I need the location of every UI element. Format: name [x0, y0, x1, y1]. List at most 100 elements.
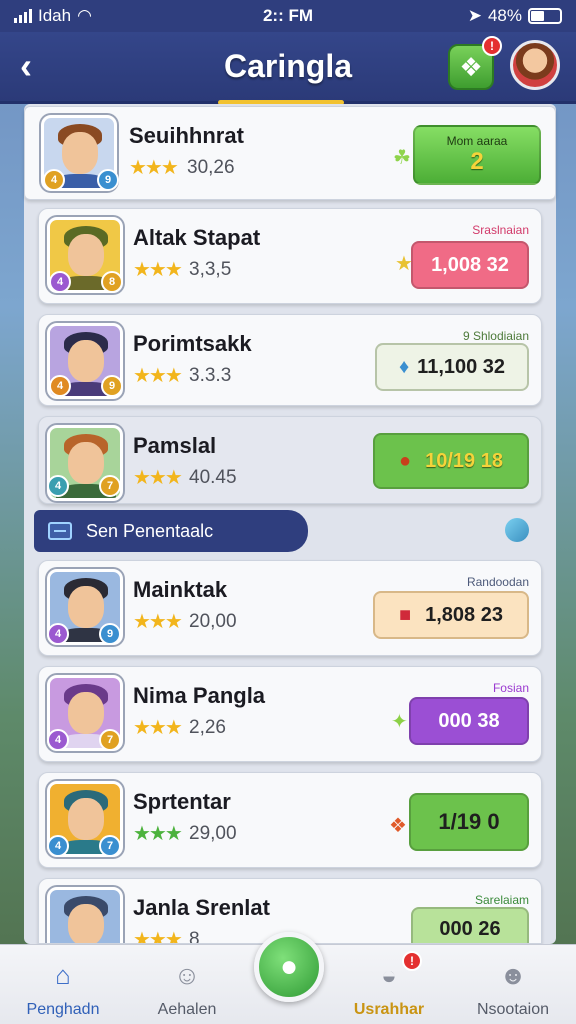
list-item[interactable]: 4 9 Mainktak ★★★ 20,00 Randoodan ■ 1,808…	[38, 560, 542, 656]
rank-badge: 4	[47, 623, 69, 645]
claim-button[interactable]: Mom aaraa 2	[413, 125, 541, 185]
clock: 2:: FM	[262, 6, 314, 25]
reward-value-button[interactable]: 000 38	[409, 697, 529, 745]
rank-badge: 4	[47, 835, 69, 857]
star-gem-icon: ✦	[391, 711, 408, 733]
player-score: 8	[189, 929, 200, 944]
level-badge: 9	[101, 375, 123, 397]
star-rating-icon: ★★★	[133, 717, 183, 739]
player-score: 20,00	[189, 611, 237, 632]
player-name: Seuihhnrat	[129, 123, 244, 148]
nav-quests[interactable]: ◒ Usrahhar	[334, 945, 444, 1024]
nav-label: Usrahhar	[353, 1001, 425, 1018]
reward-value: 1,808 23	[425, 603, 503, 626]
player-name: Altak Stapat	[133, 225, 261, 250]
section-header: Sen Penentaalc	[34, 510, 308, 552]
reward-value-button[interactable]: ♦ 11,100 32	[375, 343, 529, 391]
carrier-label: Idah	[38, 6, 72, 25]
home-icon: ⌂	[55, 959, 71, 990]
reward-value-button[interactable]: ● 10/19 18	[373, 433, 529, 489]
notification-badge: !	[482, 36, 502, 56]
player-name: Sprtentar	[133, 789, 231, 814]
rank-badge: 4	[49, 271, 71, 293]
profile-icon: ☻	[499, 959, 527, 990]
section-title: Sen Penentaalc	[86, 520, 214, 541]
reward-tag: Randoodan	[466, 575, 529, 589]
list-item[interactable]: 4 8 Altak Stapat ★★★ 3,3,5 Sraslnaian ★ …	[38, 208, 542, 304]
rank-badge: 4	[49, 375, 71, 397]
level-badge: 7	[99, 729, 121, 751]
player-portrait	[47, 887, 123, 943]
leaf-icon: ❖	[389, 815, 407, 837]
reward-value: 11,100 32	[417, 355, 506, 378]
player-score: 3,3,5	[189, 259, 232, 280]
rank-badge: 4	[47, 729, 69, 751]
wifi-icon: ◠	[77, 6, 92, 25]
nav-label: Penghadn	[26, 1001, 100, 1018]
list-icon	[48, 522, 72, 540]
star-rating-icon: ★★★	[133, 365, 183, 387]
player-score: 29,00	[189, 823, 237, 844]
player-score: 3.3.3	[189, 365, 232, 386]
fruit-icon: ●	[399, 449, 412, 472]
star-rating-icon: ★★★	[133, 467, 183, 489]
chest-icon: ■	[399, 603, 412, 626]
page-title: Caringla	[223, 48, 353, 84]
list-item[interactable]: 4 9 Porimtsakk ★★★ 3.3.3 9 Shlodiaian ♦ …	[38, 314, 542, 406]
reward-tag: Sraslnaian	[472, 223, 529, 237]
battery-percent: 48%	[487, 6, 522, 25]
star-rating-icon: ★★★	[133, 259, 183, 281]
list-item[interactable]: 4 7 Sprtentar ★★★ 29,00 ❖ 1/19 0	[38, 772, 542, 868]
leaf-icon: ☘	[393, 147, 411, 169]
nav-label: Nsootaion	[476, 1001, 550, 1018]
nav-friends[interactable]: ☺ Aehalen	[132, 945, 242, 1024]
nav-label: Aehalen	[157, 1001, 217, 1018]
reward-tag: Sarelaiam	[474, 893, 529, 907]
nav-profile[interactable]: ☻ Nsootaion	[458, 945, 568, 1024]
player-score: 30,26	[187, 157, 235, 178]
nav-home[interactable]: ⌂ Penghadn	[8, 945, 118, 1024]
trophy-icon: ♦	[398, 355, 410, 378]
back-button[interactable]: ‹	[20, 48, 50, 84]
rank-badge: 4	[47, 475, 69, 497]
reward-value: 10/19 18	[425, 449, 503, 472]
reward-tag: 9 Shlodiaian	[462, 329, 529, 343]
reward-value-button[interactable]: 000 26	[411, 907, 529, 943]
status-bar: Idah ◠ 2:: FM ➤ 48%	[0, 0, 576, 32]
top-player-card[interactable]: 4 9 Seuihhnrat ★★★ 30,26 ☘ Mom aaraa 2	[24, 106, 556, 200]
reward-value-button[interactable]: 1,008 32	[411, 241, 529, 289]
claim-button-label: Mom aaraa	[446, 134, 508, 148]
notification-badge: !	[402, 951, 422, 971]
player-name: Nima Pangla	[133, 683, 266, 708]
location-icon: ➤	[467, 6, 482, 25]
star-rating-icon: ★★★	[133, 611, 183, 633]
level-badge: 8	[101, 271, 123, 293]
chat-bubble-icon: ●	[279, 950, 299, 983]
list-item[interactable]: 4 7 Nima Pangla ★★★ 2,26 Fosian ✦ 000 38	[38, 666, 542, 762]
list-item[interactable]: 4 7 Pamslal ★★★ 40.45 ● 10/19 18	[38, 416, 542, 504]
gem-icon	[505, 518, 529, 542]
player-name: Pamslal	[133, 433, 217, 458]
reward-value-button[interactable]: 1/19 0	[409, 793, 529, 851]
reward-tag: Fosian	[492, 681, 529, 695]
chat-button[interactable]: ●	[254, 932, 324, 1002]
app-header: ‹ Caringla ❖ !	[0, 32, 576, 105]
player-name: Mainktak	[133, 577, 228, 602]
reward-value-button[interactable]: ■ 1,808 23	[373, 591, 529, 639]
rank-badge: 4	[43, 169, 65, 191]
battery-icon	[528, 8, 562, 24]
star-rating-icon: ★★★	[133, 823, 183, 845]
player-score: 40.45	[189, 467, 237, 488]
player-name: Porimtsakk	[133, 331, 252, 356]
puzzle-icon: ❖	[459, 51, 483, 82]
signal-icon	[14, 9, 32, 23]
level-badge: 9	[97, 169, 119, 191]
user-avatar[interactable]	[510, 40, 560, 90]
player-name: Janla Srenlat	[133, 895, 270, 920]
claim-button-value: 2	[470, 148, 484, 175]
person-icon: ☺	[173, 959, 201, 990]
player-score: 2,26	[189, 717, 226, 738]
star-rating-icon: ★★★	[133, 929, 183, 944]
level-badge: 9	[99, 623, 121, 645]
level-badge: 7	[99, 475, 121, 497]
